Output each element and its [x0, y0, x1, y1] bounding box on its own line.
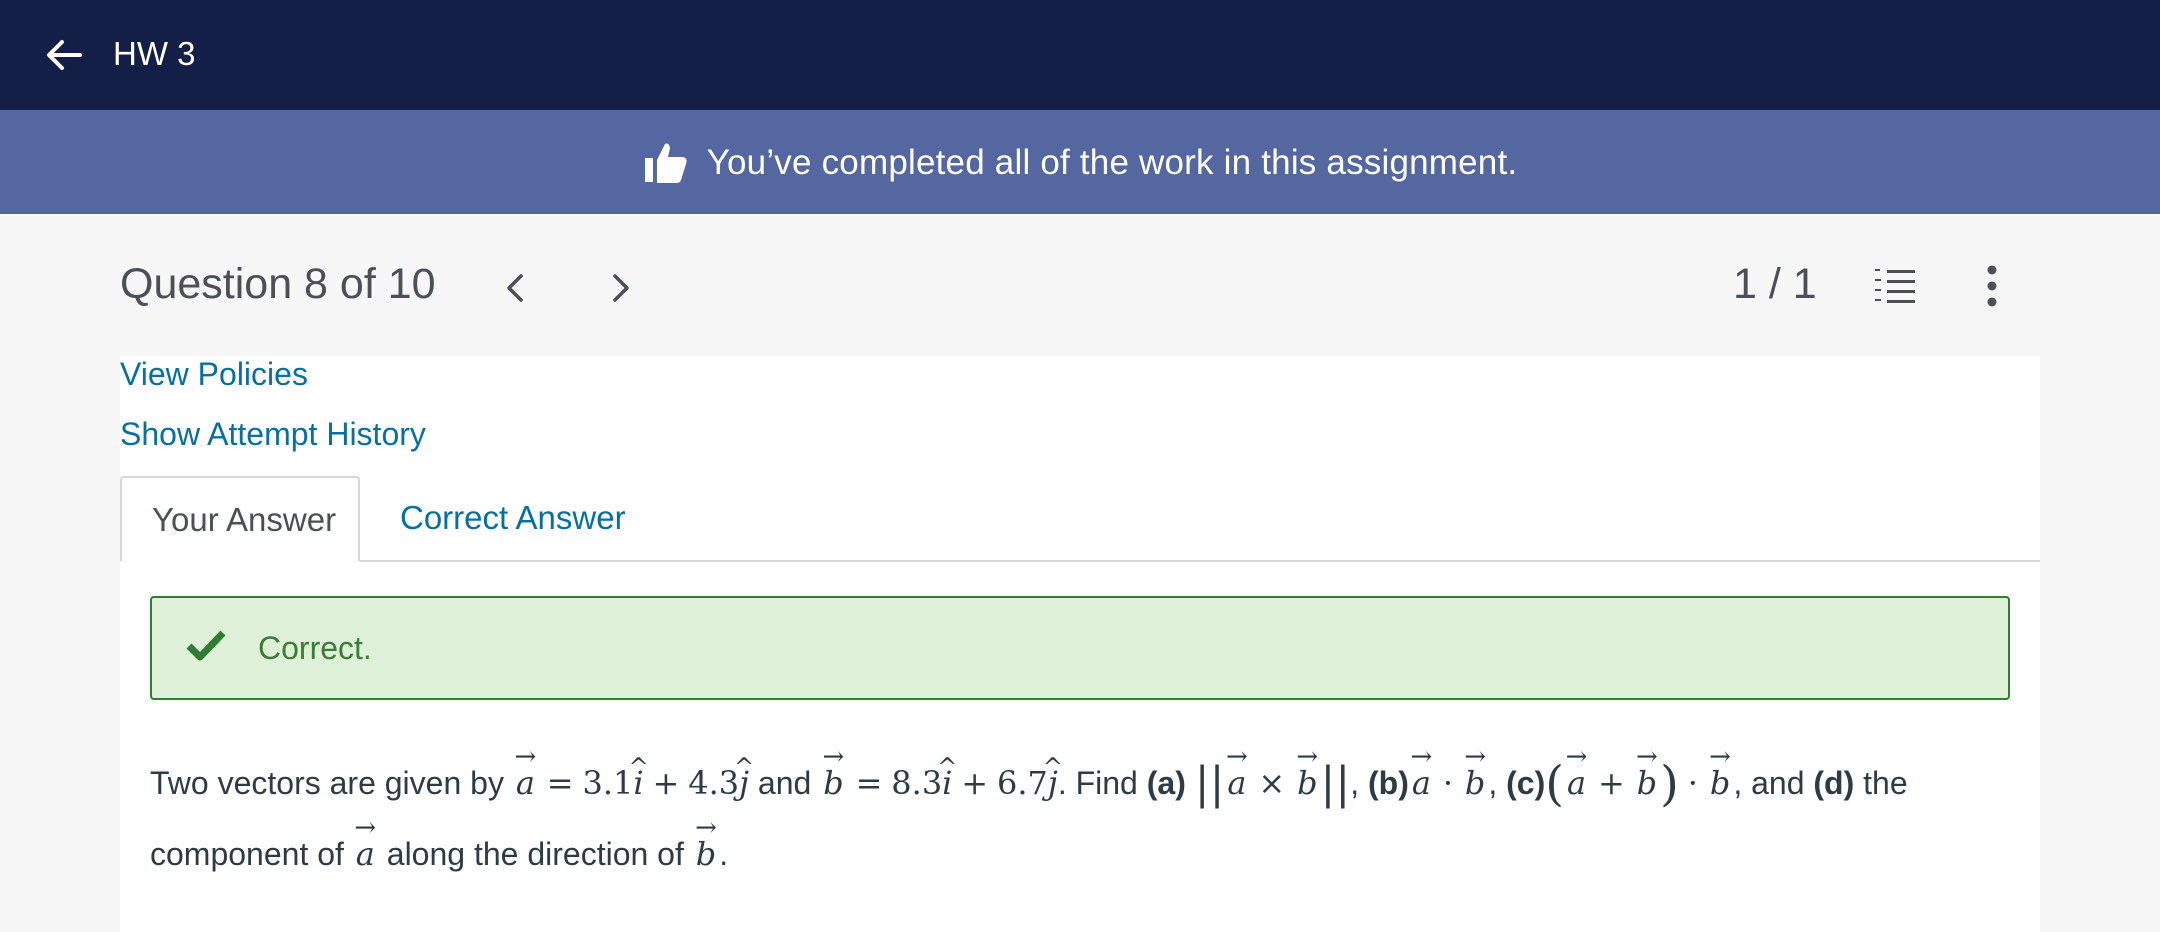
- cross-sign: ×: [1258, 764, 1286, 802]
- vector-b-3: b: [1462, 748, 1488, 818]
- a-x-component: 3.1: [582, 764, 634, 802]
- part-c-label: (c): [1506, 765, 1546, 801]
- vector-b-2: b: [1294, 748, 1320, 818]
- vector-a-2: a: [1224, 748, 1249, 818]
- view-policies-link[interactable]: View Policies: [120, 356, 308, 393]
- question-counter: Question 8 of 10: [120, 260, 436, 308]
- and-d-text: , and: [1733, 765, 1805, 801]
- part-a-label: (a): [1146, 765, 1186, 801]
- plus-sign-3: +: [1597, 764, 1625, 802]
- question-text: Two vectors are given by a = 3.1i + 4.3j…: [150, 748, 2030, 889]
- along-text: along the direction of: [386, 836, 684, 872]
- part-b-label: (b): [1367, 765, 1409, 801]
- question-intro: Two vectors are given by: [150, 765, 504, 801]
- back-button[interactable]: [40, 30, 90, 80]
- equals-sign-2: =: [855, 764, 883, 802]
- question-score: 1 / 1: [1733, 260, 1817, 308]
- alert-text: Correct.: [258, 630, 372, 666]
- tab-your-answer[interactable]: Your Answer: [120, 476, 360, 562]
- vector-a-5: a: [353, 819, 378, 889]
- and-text: and: [757, 765, 812, 801]
- correct-alert: Correct.: [150, 596, 2010, 700]
- answer-tabs: Your Answer Correct Answer: [120, 476, 2040, 562]
- question-list-button[interactable]: [1873, 264, 1917, 308]
- vector-b-4: b: [1634, 748, 1660, 818]
- check-icon: [186, 630, 226, 661]
- vector-b-6: b: [693, 819, 719, 889]
- next-question-button[interactable]: [600, 268, 640, 308]
- dot-sign: ·: [1442, 764, 1453, 802]
- top-bar: HW 3: [0, 0, 2160, 110]
- previous-question-button[interactable]: [496, 268, 536, 308]
- question-header: Question 8 of 10: [0, 214, 2160, 356]
- plus-sign-2: +: [961, 764, 989, 802]
- unit-i: i: [633, 748, 643, 818]
- dot-sign-2: ·: [1687, 764, 1698, 802]
- tab-correct-answer[interactable]: Correct Answer: [400, 476, 626, 560]
- more-options-button[interactable]: [1975, 264, 2009, 308]
- show-attempt-history-link[interactable]: Show Attempt History: [120, 416, 426, 453]
- vector-a: a: [513, 748, 538, 818]
- thumbs-up-icon: [644, 143, 687, 183]
- question-card: View Policies Show Attempt History Your …: [120, 356, 2040, 932]
- vector-b-5: b: [1707, 748, 1733, 818]
- b-x-component: 8.3: [891, 764, 943, 802]
- numbered-list-icon: [1875, 269, 1915, 303]
- vector-a-4: a: [1564, 748, 1589, 818]
- find-text: . Find: [1057, 765, 1138, 801]
- vector-a-3: a: [1409, 748, 1434, 818]
- equals-sign: =: [546, 764, 574, 802]
- completion-banner: You’ve completed all of the work in this…: [0, 110, 2160, 214]
- unit-i-2: i: [942, 748, 952, 818]
- assignment-title: HW 3: [113, 35, 196, 72]
- vector-b: b: [820, 748, 846, 818]
- unit-j-2: j: [1048, 748, 1058, 818]
- banner-text: You’ve completed all of the work in this…: [706, 143, 1518, 182]
- chevron-left-icon: [507, 274, 523, 302]
- chevron-right-icon: [613, 274, 629, 302]
- more-vertical-icon: [1987, 265, 1997, 307]
- unit-j: j: [739, 748, 749, 818]
- b-y-component: 6.7: [997, 764, 1048, 802]
- arrow-left-icon: [47, 40, 82, 70]
- plus-sign: +: [652, 764, 680, 802]
- part-d-label: (d): [1813, 765, 1855, 801]
